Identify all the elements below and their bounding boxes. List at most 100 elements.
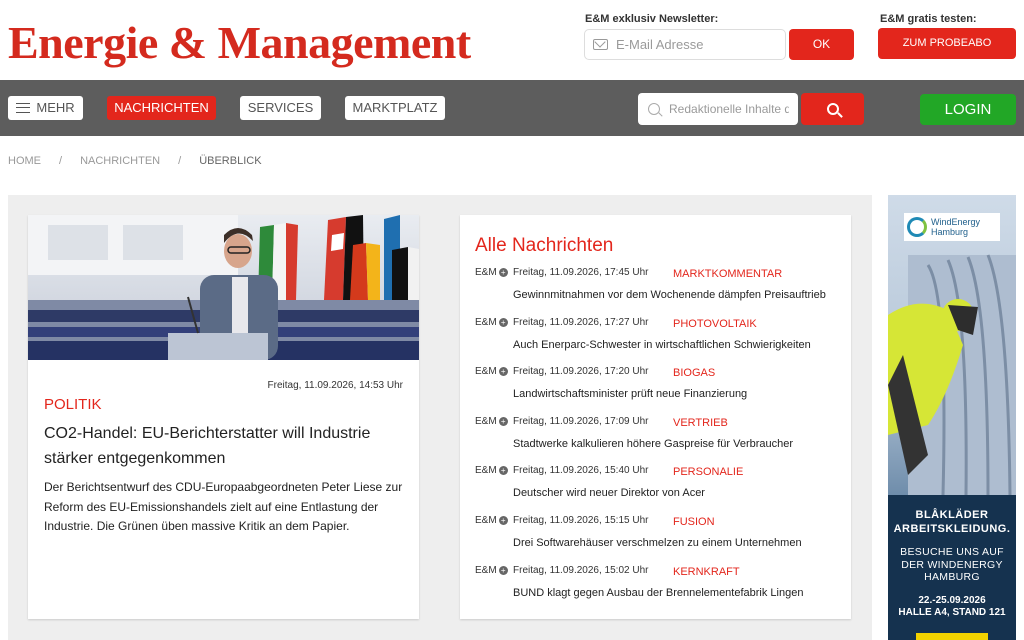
- news-title[interactable]: Auch Enerparc-Schwester in wirtschaftlic…: [513, 339, 811, 351]
- news-date: Freitag, 11.09.2026, 17:27 Uhr: [513, 316, 649, 328]
- ad-banner[interactable]: WindEnergy Hamburg BLÅKLÄDER ARBEITSKLEI…: [888, 195, 1016, 640]
- news-title[interactable]: Stadtwerke kalkulieren höhere Gaspreise …: [513, 438, 793, 450]
- news-date: Freitag, 11.09.2026, 15:02 Uhr: [513, 564, 649, 576]
- plus-icon[interactable]: +: [498, 416, 508, 426]
- logo-line-1: WindEnergy: [931, 217, 981, 227]
- ad-line-7: HALLE A4, STAND 121: [898, 607, 1006, 618]
- newsletter-email-field[interactable]: [584, 29, 786, 60]
- ad-event-text: 22.-25.09.2026 HALLE A4, STAND 121: [888, 595, 1016, 619]
- plus-icon[interactable]: +: [498, 317, 508, 327]
- news-list-card: Alle Nachrichten E&M + Freitag, 11.09.2026…: [460, 215, 851, 619]
- ad-invite-text: BESUCHE UNS AUF DER WINDENERGY HAMBURG: [888, 546, 1016, 584]
- article-date: Freitag, 11.09.2026, 14:53 Uhr: [267, 380, 403, 391]
- mehr-label: MEHR: [36, 100, 75, 115]
- email-input[interactable]: [616, 37, 776, 52]
- search-input[interactable]: [669, 102, 789, 116]
- news-title[interactable]: Landwirtschaftsminister prüft neue Finan…: [513, 388, 747, 400]
- search-icon: [648, 103, 660, 115]
- newsletter-ok-button[interactable]: OK: [789, 29, 854, 60]
- news-list: E&M + Freitag, 11.09.2026, 17:45 Uhr MARKTK…: [475, 267, 845, 614]
- news-source: E&M +: [475, 267, 508, 278]
- ad-line-4: DER WINDENERGY: [901, 558, 1003, 571]
- nav-services[interactable]: SERVICES: [240, 96, 321, 120]
- plus-icon[interactable]: +: [498, 515, 508, 525]
- breadcrumb-separator: /: [178, 155, 182, 167]
- news-source: E&M +: [475, 317, 508, 328]
- news-item[interactable]: E&M + Freitag, 11.09.2026, 15:40 Uhr PERSON…: [475, 465, 845, 515]
- news-item[interactable]: E&M + Freitag, 11.09.2026, 17:27 Uhr PHOTOV…: [475, 317, 845, 367]
- ad-line-5: HAMBURG: [924, 571, 980, 583]
- plus-icon[interactable]: +: [498, 268, 508, 277]
- ad-line-3: BESUCHE UNS AUF: [900, 546, 1004, 558]
- news-category[interactable]: PHOTOVOLTAIK: [673, 318, 757, 330]
- news-category[interactable]: KERNKRAFT: [673, 566, 740, 578]
- plus-icon[interactable]: +: [498, 367, 508, 377]
- news-title[interactable]: BUND klagt gegen Ausbau der Brennelement…: [513, 587, 803, 599]
- breadcrumb-nachrichten[interactable]: NACHRICHTEN: [80, 155, 160, 167]
- news-title[interactable]: Deutscher wird neuer Direktor von Acer: [513, 487, 705, 499]
- ad-yellow-strip: [916, 633, 988, 640]
- ad-brand-text: BLÅKLÄDER ARBEITSKLEIDUNG.: [888, 508, 1016, 536]
- news-category[interactable]: VERTRIEB: [673, 417, 728, 429]
- ad-line-2: ARBEITSKLEIDUNG.: [893, 523, 1011, 535]
- article-photo[interactable]: [28, 215, 419, 360]
- probeabo-button[interactable]: ZUM PROBEABO: [878, 28, 1016, 59]
- nav-marktplatz[interactable]: MARKTPLATZ: [345, 96, 445, 120]
- news-category[interactable]: FUSION: [673, 516, 715, 528]
- news-source: E&M +: [475, 416, 508, 427]
- article-headline[interactable]: CO2-Handel: EU-Berichterstatter will Ind…: [44, 421, 404, 471]
- news-source-label: E&M: [475, 366, 497, 378]
- plus-icon[interactable]: +: [498, 565, 508, 575]
- news-source: E&M +: [475, 565, 508, 576]
- trial-label: E&M gratis testen:: [880, 13, 977, 25]
- news-section-title[interactable]: Alle Nachrichten: [475, 235, 613, 257]
- windenergy-mark-icon: [907, 217, 927, 237]
- news-source-label: E&M: [475, 465, 497, 477]
- news-category[interactable]: BIOGAS: [673, 367, 715, 379]
- news-title[interactable]: Drei Softwarehäuser verschmelzen zu eine…: [513, 537, 802, 549]
- site-logo[interactable]: Energie & Management: [8, 16, 471, 69]
- search-submit-icon: [826, 103, 839, 115]
- breadcrumb-home[interactable]: HOME: [8, 155, 41, 167]
- news-item[interactable]: E&M + Freitag, 11.09.2026, 17:20 Uhr BIOGAS…: [475, 366, 845, 416]
- news-title[interactable]: Gewinnmitnahmen vor dem Wochenende dämpf…: [513, 289, 826, 301]
- news-source-label: E&M: [475, 316, 497, 328]
- news-date: Freitag, 11.09.2026, 17:20 Uhr: [513, 366, 649, 378]
- news-date: Freitag, 11.09.2026, 15:15 Uhr: [513, 514, 649, 526]
- featured-article-card[interactable]: Freitag, 11.09.2026, 14:53 Uhr POLITIK C…: [28, 215, 419, 619]
- news-category[interactable]: MARKTKOMMENTAR: [673, 268, 782, 280]
- windenergy-logo: WindEnergy Hamburg: [904, 213, 1000, 241]
- news-category[interactable]: PERSONALIE: [673, 466, 743, 478]
- news-source-label: E&M: [475, 564, 497, 576]
- ad-line-6: 22.-25.09.2026: [918, 595, 986, 606]
- site-header: Energie & Management E&M exklusiv Newsle…: [0, 0, 1024, 80]
- main-content: Freitag, 11.09.2026, 14:53 Uhr POLITIK C…: [8, 195, 872, 640]
- news-item[interactable]: E&M + Freitag, 11.09.2026, 15:15 Uhr FUSION…: [475, 515, 845, 565]
- breadcrumb-separator: /: [59, 155, 63, 167]
- news-date: Freitag, 11.09.2026, 15:40 Uhr: [513, 465, 649, 477]
- breadcrumb-current: ÜBERBLICK: [199, 155, 262, 167]
- article-teaser: Der Berichtsentwurf des CDU-Europaabgeor…: [44, 480, 403, 533]
- news-source: E&M +: [475, 465, 508, 476]
- mail-icon: [593, 39, 608, 50]
- news-date: Freitag, 11.09.2026, 17:45 Uhr: [513, 267, 649, 278]
- news-source-label: E&M: [475, 267, 497, 278]
- plus-icon[interactable]: +: [498, 466, 508, 476]
- article-category[interactable]: POLITIK: [44, 396, 102, 413]
- hamburger-icon: [16, 103, 31, 113]
- search-button[interactable]: [801, 93, 864, 125]
- news-item[interactable]: E&M + Freitag, 11.09.2026, 17:45 Uhr MARKTK…: [475, 267, 845, 317]
- windenergy-logo-text: WindEnergy Hamburg: [931, 217, 980, 237]
- news-source: E&M +: [475, 366, 508, 377]
- login-button[interactable]: LOGIN: [920, 94, 1016, 125]
- parliament-speaker-image: [28, 215, 419, 360]
- logo-line-2: Hamburg: [931, 227, 969, 237]
- news-source: E&M +: [475, 515, 508, 526]
- news-item[interactable]: E&M + Freitag, 11.09.2026, 15:02 Uhr KERNKR…: [475, 565, 845, 615]
- nav-nachrichten[interactable]: NACHRICHTEN: [107, 96, 216, 120]
- search-box[interactable]: [638, 93, 798, 125]
- news-source-label: E&M: [475, 514, 497, 526]
- news-item[interactable]: E&M + Freitag, 11.09.2026, 17:09 Uhr VERTRI…: [475, 416, 845, 466]
- mehr-menu-button[interactable]: MEHR: [8, 96, 83, 120]
- main-nav: MEHR NACHRICHTEN SERVICES MARKTPLATZ: [0, 80, 1024, 136]
